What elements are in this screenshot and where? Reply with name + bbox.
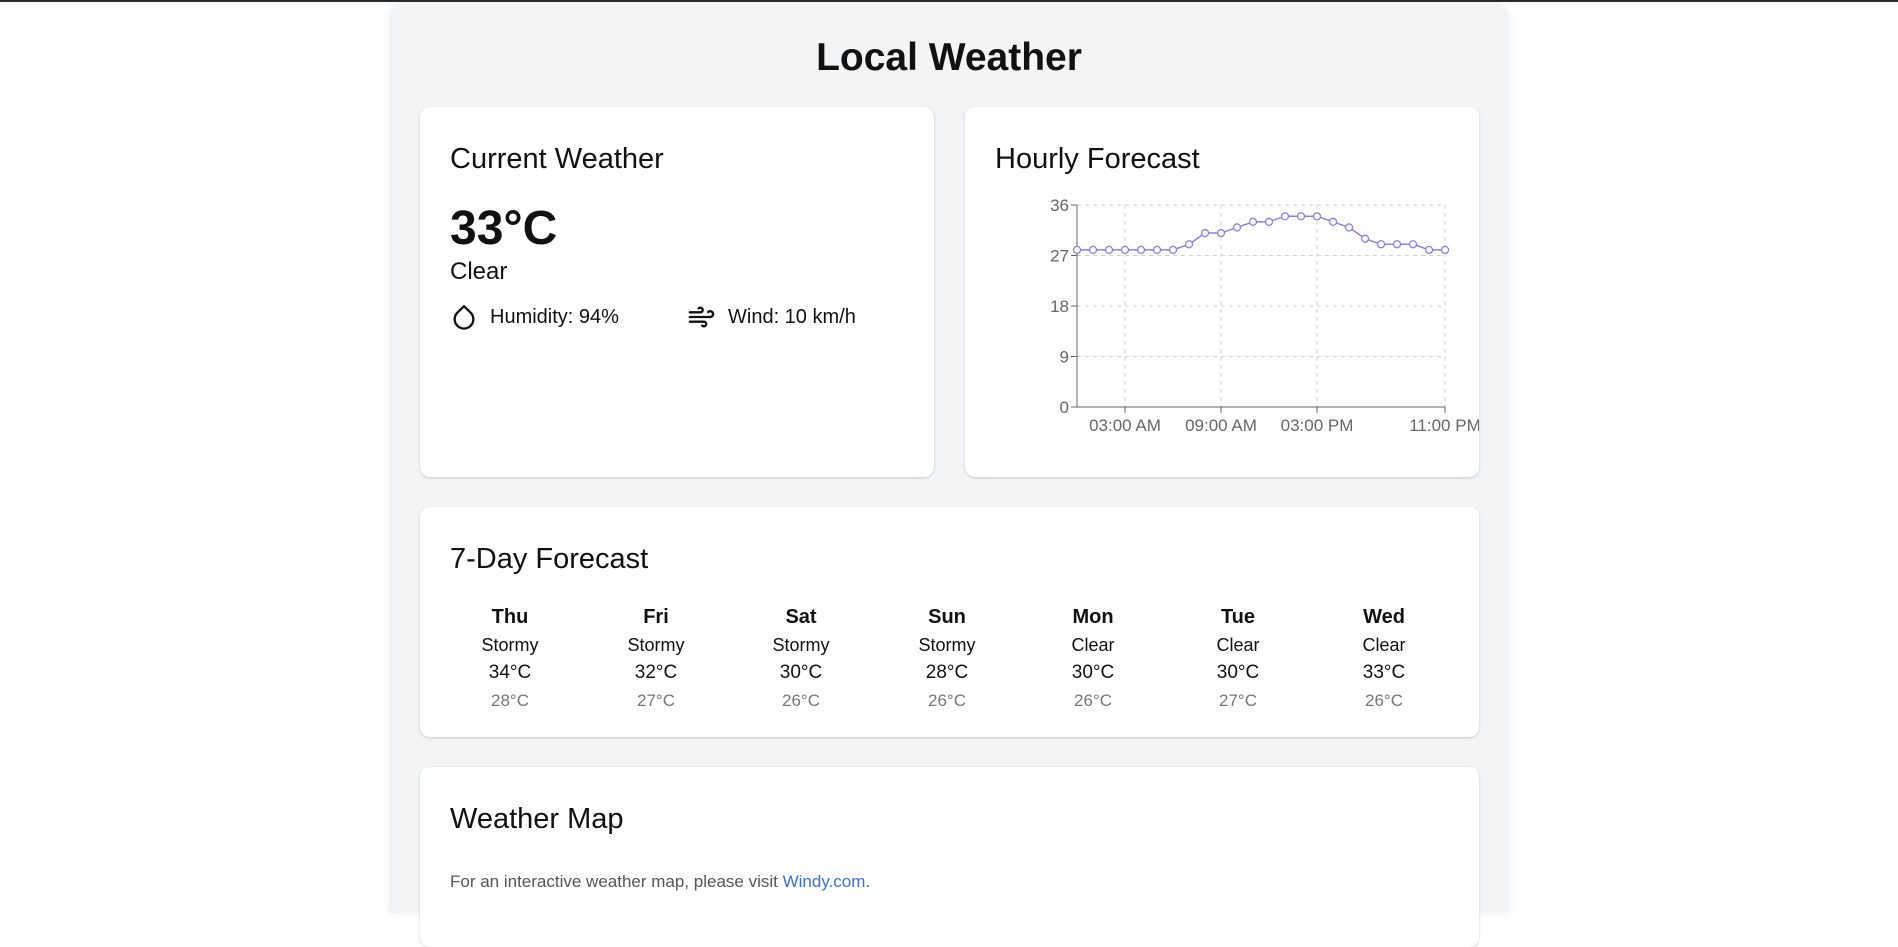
temperature-point <box>1184 240 1194 249</box>
day-condition: Stormy <box>772 635 830 655</box>
temperature-point <box>1104 245 1114 255</box>
day-condition: Stormy <box>481 635 539 655</box>
temperature-point <box>1408 240 1418 249</box>
day-high: 30°C <box>779 662 823 683</box>
day-low: 28°C <box>491 691 529 710</box>
temperature-point <box>1280 212 1290 221</box>
day-name: Thu <box>491 606 529 628</box>
temperature-point <box>1392 240 1402 249</box>
temperature-point <box>1328 217 1338 226</box>
temperature-point <box>1088 245 1098 255</box>
forecast-day: Wed Clear 33°C 26°C <box>1324 603 1444 715</box>
forecast-day: Thu Stormy 34°C 28°C <box>450 603 570 715</box>
day-name: Tue <box>1220 606 1256 628</box>
page-title: Local Weather <box>816 36 1082 79</box>
temperature-point <box>1200 228 1210 238</box>
wind-metric: Wind: 10 km/h <box>687 303 856 331</box>
humidity-metric: Humidity: 94% <box>450 303 619 331</box>
forecast-day: Fri Stormy 32°C 27°C <box>596 603 716 715</box>
current-weather-title: Current Weather <box>450 143 664 175</box>
day-name: Mon <box>1072 606 1114 628</box>
x-tick-label: 03:00 AM <box>1089 416 1161 435</box>
day-low: 26°C <box>928 691 966 710</box>
forecast-day: Tue Clear 30°C 27°C <box>1178 603 1298 715</box>
weather-dashboard: Local Weather Current Weather 33°C Clear… <box>389 2 1509 947</box>
droplet-icon <box>453 304 475 330</box>
current-weather-card: Current Weather 33°C Clear Humidity: 94%… <box>420 107 934 477</box>
temperature-point <box>1248 217 1258 226</box>
y-tick-label: 36 <box>1050 196 1069 215</box>
temperature-point <box>1168 245 1178 255</box>
day-name: Sat <box>785 606 817 628</box>
y-tick-label: 18 <box>1050 297 1069 316</box>
wind-label: Wind: 10 km/h <box>728 306 856 328</box>
weather-map-card: Weather Map For an interactive weather m… <box>420 767 1479 947</box>
day-low: 26°C <box>782 691 820 710</box>
temperature-point <box>1264 217 1274 226</box>
seven-day-forecast-title: 7-Day Forecast <box>450 543 649 575</box>
weather-map-prefix: For an interactive weather map, please v… <box>450 872 783 891</box>
windy-link[interactable]: Windy.com <box>783 872 866 891</box>
day-name: Sun <box>928 606 966 628</box>
temperature-point <box>1376 240 1386 249</box>
x-tick-label: 11:00 PM <box>1409 416 1479 435</box>
weather-map-text: For an interactive weather map, please v… <box>450 870 870 894</box>
day-high: 28°C <box>925 662 969 683</box>
temperature-point <box>1312 212 1322 221</box>
wind-icon <box>688 306 715 328</box>
temperature-point <box>1232 223 1242 232</box>
y-tick-label: 27 <box>1050 247 1069 266</box>
temperature-point <box>1440 245 1450 255</box>
temperature-point <box>1072 245 1082 255</box>
day-high: 30°C <box>1216 662 1260 683</box>
day-high: 34°C <box>488 662 532 683</box>
day-condition: Clear <box>1071 635 1115 655</box>
day-low: 26°C <box>1074 691 1112 710</box>
y-tick-label: 0 <box>1060 398 1069 417</box>
day-condition: Stormy <box>627 635 685 655</box>
forecast-day: Mon Clear 30°C 26°C <box>1033 603 1153 715</box>
y-tick-label: 9 <box>1060 348 1069 367</box>
day-condition: Clear <box>1362 635 1406 655</box>
seven-day-forecast-card: 7-Day Forecast Thu Stormy 34°C 28°C Fri … <box>420 507 1479 737</box>
x-tick-label: 03:00 PM <box>1281 416 1354 435</box>
day-condition: Clear <box>1216 635 1260 655</box>
weather-map-suffix: . <box>865 872 871 891</box>
hourly-temperature-chart: 0 9 18 27 36 03:00 AM 09:00 AM 03:00 PM 11:00 PM <box>1050 196 1479 435</box>
temperature-point <box>1216 228 1226 238</box>
day-condition: Stormy <box>918 635 976 655</box>
day-low: 27°C <box>637 691 675 710</box>
weather-map-title: Weather Map <box>450 803 624 835</box>
hourly-forecast-card: Hourly Forecast 0 9 18 27 36 03:00 AM 09:00 AM… <box>965 107 1479 477</box>
day-name: Fri <box>643 606 669 628</box>
temperature-point <box>1296 212 1306 221</box>
x-tick-label: 09:00 AM <box>1185 416 1257 435</box>
temperature-point <box>1360 234 1370 243</box>
temperature-point <box>1152 245 1162 255</box>
humidity-label: Humidity: 94% <box>490 306 619 328</box>
temperature-point <box>1120 245 1130 255</box>
day-name: Wed <box>1363 606 1405 628</box>
temperature-point <box>1136 245 1146 255</box>
day-high: 33°C <box>1362 662 1406 683</box>
day-high: 30°C <box>1071 662 1115 683</box>
day-high: 32°C <box>634 662 678 683</box>
forecast-day: Sun Stormy 28°C 26°C <box>887 603 1007 715</box>
current-condition: Clear <box>450 258 508 285</box>
current-temperature: 33°C <box>450 202 558 255</box>
temperature-line <box>1077 215 1445 251</box>
day-low: 26°C <box>1365 691 1403 710</box>
day-low: 27°C <box>1219 691 1257 710</box>
temperature-point <box>1344 223 1354 232</box>
temperature-point <box>1424 245 1434 255</box>
forecast-day: Sat Stormy 30°C 26°C <box>741 603 861 715</box>
